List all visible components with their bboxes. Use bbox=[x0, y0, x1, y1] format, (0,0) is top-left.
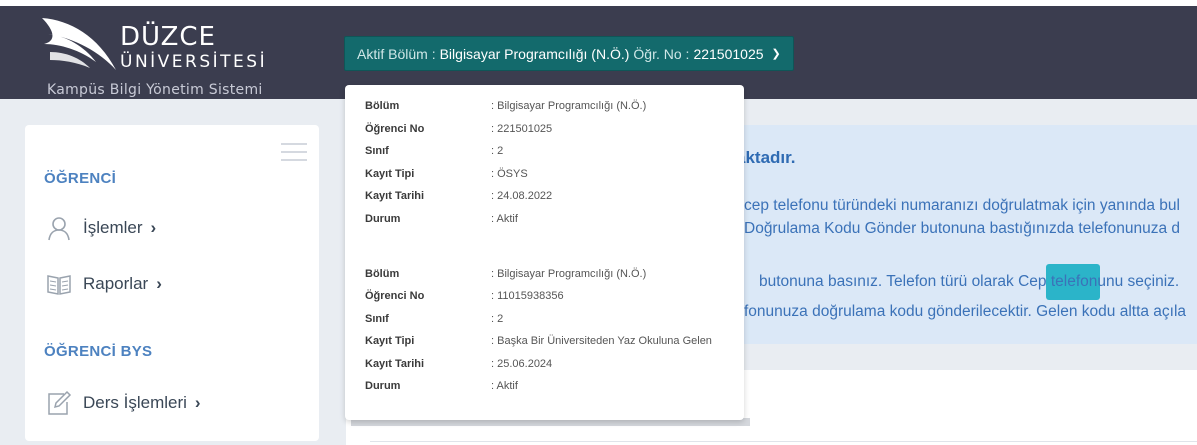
university-logo[interactable]: DÜZCE ÜNİVERSİTESİ Kampüs Bilgi Yönetim … bbox=[40, 12, 280, 98]
field-value: : 11015938356 bbox=[491, 290, 564, 302]
sidebar: ÖĞRENCİ İşlemler › Raporlar › ÖĞRENCİ BY… bbox=[25, 125, 319, 441]
book-icon bbox=[47, 275, 71, 295]
divider bbox=[370, 441, 1197, 442]
logo-bird-icon bbox=[42, 18, 116, 70]
field-value: : Bilgisayar Programcılığı (N.Ö.) bbox=[491, 100, 647, 112]
student-no-prefix: Öğr. No : bbox=[633, 45, 690, 62]
logo-subtitle: ÜNİVERSİTESİ bbox=[120, 52, 268, 72]
field-value: : ÖSYS bbox=[491, 168, 528, 180]
alert-text-line: butonuna basınız. Telefon türü olarak Ce… bbox=[759, 273, 1180, 290]
field-value: : Aktif bbox=[491, 213, 518, 225]
chevron-down-icon: ❯ bbox=[771, 48, 781, 60]
sidebar-item-raporlar[interactable]: Raporlar › bbox=[46, 271, 162, 297]
field-label: Kayıt Tipi bbox=[365, 335, 415, 347]
field-value: : Bilgisayar Programcılığı (N.Ö.) bbox=[491, 268, 647, 280]
chevron-right-icon: › bbox=[156, 274, 162, 293]
student-number: 221501025 bbox=[693, 45, 764, 62]
sidebar-item-islemler[interactable]: İşlemler › bbox=[46, 215, 156, 241]
field-label: Kayıt Tarihi bbox=[365, 190, 425, 202]
chevron-right-icon: › bbox=[194, 393, 201, 412]
alert-text-line: Doğrulama Kodu Gönder butonuna bastığını… bbox=[744, 220, 1181, 237]
system-tagline: Kampüs Bilgi Yönetim Sistemi bbox=[47, 82, 263, 98]
alert-title: aktadır. bbox=[736, 148, 796, 167]
sidebar-section-ogrenci-bys: ÖĞRENCİ BYS bbox=[44, 343, 153, 360]
active-program-dropdown-button[interactable]: Aktif Bölüm : Bilgisayar Programcılığı (… bbox=[344, 36, 794, 71]
alert-text-line: cep telefonu türündeki numaranızı doğrul… bbox=[744, 197, 1180, 214]
field-value: : 25.06.2024 bbox=[491, 358, 553, 370]
field-label: Durum bbox=[365, 380, 401, 392]
sidebar-item-label: İşlemler bbox=[83, 218, 143, 237]
sidebar-item-ders-islemleri[interactable]: Ders İşlemleri › bbox=[46, 390, 201, 416]
field-value: : 2 bbox=[491, 145, 504, 157]
field-label: Sınıf bbox=[365, 313, 389, 325]
active-program-name: Bilgisayar Programcılığı (N.Ö.) bbox=[439, 45, 630, 62]
field-label: Bölüm bbox=[365, 100, 400, 112]
field-value: : 24.08.2022 bbox=[491, 190, 553, 202]
field-label: Öğrenci No bbox=[365, 123, 425, 135]
edit-icon bbox=[48, 390, 72, 415]
field-label: Sınıf bbox=[365, 145, 389, 157]
field-value: : Aktif bbox=[491, 380, 518, 392]
sidebar-item-label: Ders İşlemleri bbox=[83, 393, 187, 412]
field-label: Öğrenci No bbox=[365, 290, 425, 302]
logo-name: DÜZCE bbox=[120, 22, 216, 52]
field-value: : 2 bbox=[491, 313, 504, 325]
field-label: Durum bbox=[365, 213, 401, 225]
program-dropdown-menu: Bölüm : Bilgisayar Programcılığı (N.Ö.) … bbox=[345, 85, 744, 420]
field-label: Bölüm bbox=[365, 268, 400, 280]
hamburger-menu-icon[interactable] bbox=[281, 143, 307, 163]
alert-text-line: fonunuza doğrulama kodu gönderilecektir.… bbox=[744, 303, 1187, 320]
chevron-right-icon: › bbox=[150, 218, 157, 237]
user-icon bbox=[48, 217, 70, 241]
sidebar-section-ogrenci: ÖĞRENCİ bbox=[44, 170, 117, 187]
field-value: : Başka Bir Üniversiteden Yaz Okuluna Ge… bbox=[491, 335, 712, 347]
field-label: Kayıt Tipi bbox=[365, 168, 415, 180]
field-value: : 221501025 bbox=[491, 123, 553, 135]
sidebar-item-label: Raporlar bbox=[83, 274, 149, 293]
active-program-prefix: Aktif Bölüm : bbox=[357, 45, 436, 62]
field-label: Kayıt Tarihi bbox=[365, 358, 425, 370]
